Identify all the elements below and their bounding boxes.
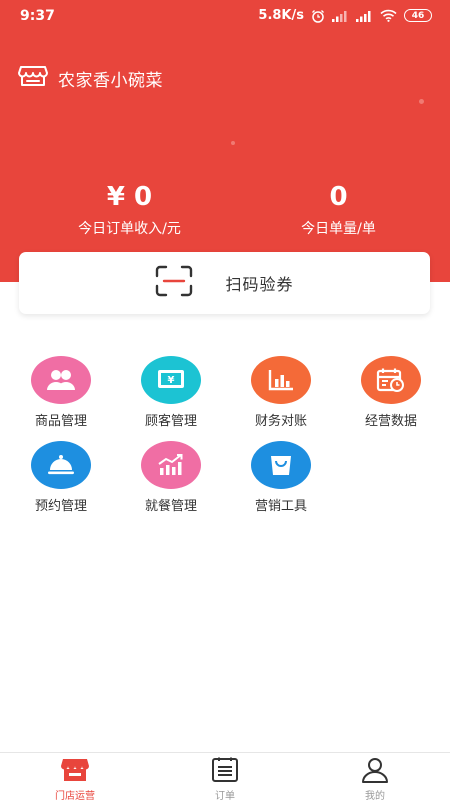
store-selector[interactable]: 农家香小碗菜	[18, 64, 163, 92]
app-screen: 9:37 5.8K/s 46 农家香小碗菜 ¥ 0 今日订单收入/元 0 今日单…	[0, 0, 450, 800]
header-banner: 9:37 5.8K/s 46 农家香小碗菜 ¥ 0 今日订单收入/元 0 今日单…	[0, 0, 450, 282]
orders-stat: 0 今日单量/单	[226, 180, 450, 238]
store-icon	[18, 64, 48, 92]
orders-label: 今日单量/单	[301, 221, 376, 237]
revenue-value: ¥ 0	[106, 182, 153, 212]
calendar-clock-icon	[361, 356, 421, 404]
grid-label: 商品管理	[34, 414, 87, 429]
battery-icon: 46	[404, 9, 432, 22]
money-card-icon: ¥	[141, 356, 201, 404]
nav-label: 订单	[215, 791, 235, 800]
decor-dot	[231, 141, 235, 145]
nav-label: 门店运营	[55, 791, 95, 800]
bar-chart-icon	[251, 356, 311, 404]
tab-orders[interactable]: 订单	[175, 757, 275, 800]
bottom-nav: 门店运营 订单 我的	[0, 752, 450, 800]
signal-icon	[332, 10, 349, 22]
people-icon	[31, 356, 91, 404]
grid-item-products[interactable]: 商品管理	[6, 356, 116, 429]
status-bar: 9:37 5.8K/s 46	[0, 0, 450, 32]
order-list-icon	[175, 757, 275, 787]
scan-icon	[155, 265, 193, 301]
store-front-icon	[25, 757, 125, 787]
grid-item-customers[interactable]: ¥ 顾客管理	[116, 356, 226, 429]
svg-text:¥: ¥	[168, 375, 175, 386]
grid-item-reservations[interactable]: 预约管理	[6, 441, 116, 514]
grid-label: 就餐管理	[144, 499, 197, 514]
decor-dot	[419, 99, 424, 104]
wifi-icon	[380, 9, 397, 22]
grid-label: 预约管理	[34, 499, 87, 514]
grid-item-marketing[interactable]: 营销工具	[226, 441, 336, 514]
grid-item-finance[interactable]: 财务对账	[226, 356, 336, 429]
revenue-label: 今日订单收入/元	[78, 221, 181, 237]
user-icon	[325, 757, 425, 787]
food-cover-icon	[31, 441, 91, 489]
grid-item-business-data[interactable]: 经营数据	[336, 356, 446, 429]
signal-icon-2	[356, 10, 373, 22]
status-time: 9:37	[20, 8, 55, 24]
grid-label: 财务对账	[254, 414, 307, 429]
grid-label: 营销工具	[254, 499, 307, 514]
nav-label: 我的	[365, 791, 385, 800]
grid-label: 顾客管理	[144, 414, 197, 429]
tab-mine[interactable]: 我的	[325, 757, 425, 800]
network-speed: 5.8K/s	[258, 8, 304, 23]
grid-label: 经营数据	[364, 414, 417, 429]
grid-item-dining[interactable]: 就餐管理	[116, 441, 226, 514]
status-indicators: 5.8K/s 46	[258, 8, 432, 23]
trend-chart-icon	[141, 441, 201, 489]
store-name: 农家香小碗菜	[58, 70, 163, 91]
shopping-bag-icon	[251, 441, 311, 489]
scan-label: 扫码验券	[225, 275, 294, 294]
tab-store-ops[interactable]: 门店运营	[25, 757, 125, 800]
revenue-stat: ¥ 0 今日订单收入/元	[17, 180, 242, 238]
scan-coupon-button[interactable]: 扫码验券	[19, 252, 430, 314]
orders-value: 0	[329, 182, 348, 212]
alarm-icon	[311, 9, 325, 23]
